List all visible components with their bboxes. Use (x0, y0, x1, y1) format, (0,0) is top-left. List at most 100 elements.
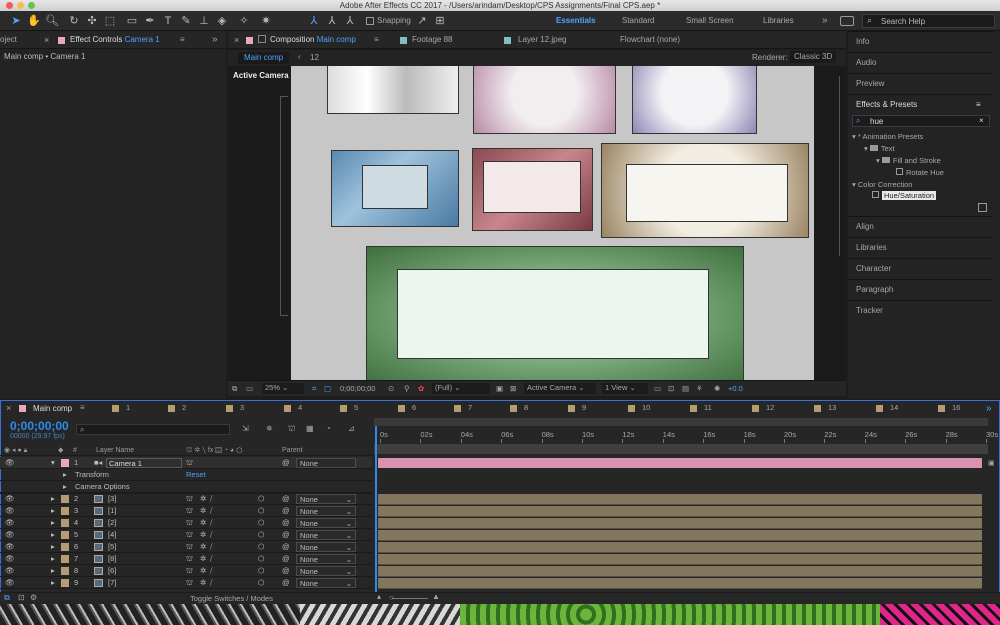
timeline-icon[interactable]: ▤ (682, 381, 689, 396)
clear-search-icon[interactable]: × (979, 116, 984, 125)
3d-layer-icon[interactable]: ⬡ (258, 541, 265, 553)
layer-name[interactable]: [5] (108, 541, 116, 553)
close-timeline-icon[interactable]: × (6, 403, 11, 413)
quality-switch-icon[interactable]: ⧸ (210, 541, 213, 553)
playhead[interactable] (375, 426, 377, 596)
mask-visibility-icon[interactable]: ▢ (324, 381, 331, 396)
composition-viewer[interactable]: Active Camera (228, 66, 846, 380)
zoom-out-icon[interactable]: ▴ (377, 592, 381, 601)
exposure-value[interactable]: +0.0 (728, 381, 743, 396)
layer-duration-bar[interactable] (378, 506, 982, 517)
storyboard-image-8[interactable] (601, 143, 809, 238)
local-axis-icon[interactable]: ⅄ (306, 13, 322, 29)
layer-tab[interactable]: Layer 12.jpeg (518, 31, 566, 49)
workspace-essentials[interactable]: Essentials (556, 14, 596, 28)
timeline-timecode[interactable]: 0;00;00;00 (10, 419, 69, 433)
quality-switch-icon[interactable]: ⧸ (210, 505, 213, 517)
quality-switch-icon[interactable]: ⧸ (210, 517, 213, 529)
toggle-switches-modes[interactable]: Toggle Switches / Modes (190, 594, 273, 603)
nav-back-icon[interactable]: ‹ (298, 52, 301, 61)
resolution-dropdown[interactable]: (Full) ⌄ (432, 383, 490, 394)
layer-label-swatch[interactable] (61, 543, 69, 551)
layer-row[interactable]: 👁︎ ▸ 9 [7] ⛫ ✲ ⧸ ⬡ @ None ⌄ (0, 577, 372, 589)
comp-tab-5[interactable]: 5 (354, 403, 358, 412)
comp-tab-13[interactable]: 13 (828, 403, 836, 412)
collapse-switch-icon[interactable]: ✲ (200, 553, 206, 565)
region-of-interest-icon[interactable]: ▣ (496, 381, 503, 396)
visibility-eye-icon[interactable]: 👁︎ (5, 565, 15, 577)
storyboard-image-2[interactable] (632, 66, 757, 134)
tree-fill-stroke[interactable]: ▾ Fill and Stroke (876, 155, 941, 166)
monitor-icon[interactable]: ▭ (246, 381, 253, 396)
pickwhip-icon[interactable]: @ (282, 553, 290, 565)
pickwhip-icon[interactable]: @ (282, 529, 290, 541)
tree-text[interactable]: ▾ Text (864, 143, 895, 154)
parent-dropdown[interactable]: None ⌄ (296, 578, 356, 588)
workspace-standard[interactable]: Standard (622, 14, 654, 28)
snapping-checkbox[interactable] (366, 17, 374, 25)
clone-stamp-icon[interactable]: ⊥ (196, 13, 212, 29)
comp-tab-8[interactable]: 8 (524, 403, 528, 412)
comp-tab-11[interactable]: 11 (704, 403, 712, 412)
effects-search-field[interactable]: ⌕ hue × (852, 115, 990, 127)
collapse-switch-icon[interactable]: ✲ (200, 529, 206, 541)
shy-switch-icon[interactable]: ⛫ (186, 529, 193, 541)
layer-row[interactable]: 👁︎ ▸ 2 [3] ⛫ ✲ ⧸ ⬡ @ None ⌄ (0, 493, 372, 505)
expand-arrow-icon[interactable]: ▸ (51, 529, 55, 541)
rectangle-tool-icon[interactable]: ▭ (124, 13, 140, 29)
visibility-eye-icon[interactable]: 👁︎ (5, 457, 15, 469)
workspace-small-screen[interactable]: Small Screen (686, 14, 734, 28)
effect-controls-tab[interactable]: Effect Controls Camera 1 (70, 31, 160, 49)
sync-settings-icon[interactable] (840, 16, 854, 26)
pickwhip-icon[interactable]: @ (282, 457, 290, 469)
character-panel[interactable]: Character (848, 258, 993, 278)
layer-row[interactable]: 👁︎ ▸ 6 [5] ⛫ ✲ ⧸ ⬡ @ None ⌄ (0, 541, 372, 553)
libraries-panel[interactable]: Libraries (848, 237, 993, 257)
pan-behind-icon[interactable]: ⬚ (102, 13, 118, 29)
shy-switch-icon[interactable]: ⛫ (186, 565, 193, 577)
visibility-eye-icon[interactable]: 👁︎ (5, 529, 15, 541)
layer-label-swatch[interactable] (61, 507, 69, 515)
layer-name[interactable]: [1] (108, 505, 116, 517)
color-channels-icon[interactable]: ✿ (418, 381, 424, 396)
collapse-switch-icon[interactable]: ✲ (200, 517, 206, 529)
layer-label-swatch[interactable] (61, 459, 69, 467)
pickwhip-icon[interactable]: @ (282, 493, 290, 505)
layer-duration-bar[interactable] (378, 554, 982, 565)
info-panel[interactable]: Info (848, 31, 993, 51)
comp-tab-7[interactable]: 7 (468, 403, 472, 412)
pickwhip-icon[interactable]: @ (282, 577, 290, 589)
collapse-switch-icon[interactable]: ✲ (200, 505, 206, 517)
quality-switch-icon[interactable]: ⧸ (210, 553, 213, 565)
3d-layer-icon[interactable]: ⬡ (258, 529, 265, 541)
reset-exposure-icon[interactable]: ✺ (714, 381, 720, 396)
layer-label-swatch[interactable] (61, 531, 69, 539)
storyboard-image-1[interactable] (473, 66, 616, 134)
type-tool-icon[interactable]: T (160, 13, 176, 29)
expand-arrow-icon[interactable]: ▸ (51, 505, 55, 517)
layer-name[interactable]: Camera 1 (106, 458, 182, 468)
always-preview-icon[interactable]: ⧉ (232, 381, 237, 396)
layer-name[interactable]: [8] (108, 553, 116, 565)
layer-row-camera[interactable]: 👁︎ ▾ 1 ■◂ Camera 1 ⛫ @ None (0, 457, 372, 469)
layer-row[interactable]: 👁︎ ▸ 7 [8] ⛫ ✲ ⧸ ⬡ @ None ⌄ (0, 553, 372, 565)
pickwhip-icon[interactable]: @ (282, 505, 290, 517)
puppet-pin-icon[interactable]: ✷ (258, 13, 274, 29)
expand-arrow-icon[interactable]: ▸ (51, 565, 55, 577)
layer-duration-bar[interactable] (378, 566, 982, 577)
snap-icon[interactable]: ↗ (414, 13, 430, 29)
transform-row[interactable]: ▸ Transform Reset (0, 469, 372, 481)
timeline-expand-icon[interactable]: » (986, 403, 992, 414)
brush-tool-icon[interactable]: ✎ (178, 13, 194, 29)
shy-switch-icon[interactable]: ⛫ (186, 517, 193, 529)
pickwhip-icon[interactable]: @ (282, 517, 290, 529)
shy-switch-icon[interactable]: ⛫ (186, 505, 193, 517)
layer-row[interactable]: 👁︎ ▸ 8 [6] ⛫ ✲ ⧸ ⬡ @ None ⌄ (0, 565, 372, 577)
collapse-arrow-icon[interactable]: ▸ (63, 481, 67, 493)
3d-layer-icon[interactable]: ⬡ (258, 517, 265, 529)
layer-label-swatch[interactable] (61, 579, 69, 587)
layer-label-swatch[interactable] (61, 495, 69, 503)
comp-tab-1[interactable]: 1 (126, 403, 130, 412)
expand-arrow-icon[interactable]: ▸ (51, 541, 55, 553)
comp-tab-6[interactable]: 6 (412, 403, 416, 412)
